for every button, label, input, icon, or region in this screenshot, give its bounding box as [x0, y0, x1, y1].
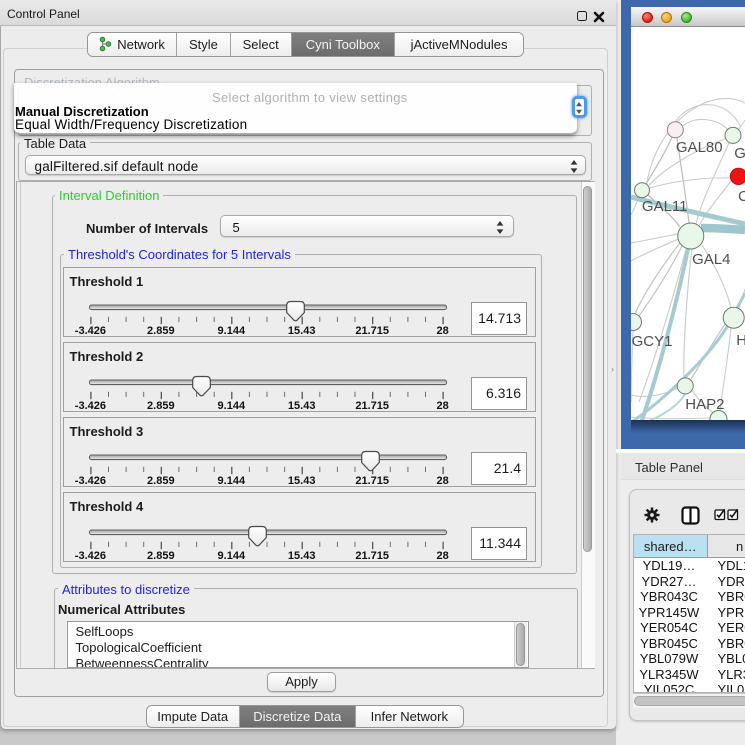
- svg-text:GAL4: GAL4: [692, 251, 730, 268]
- svg-text:HAP2: HAP2: [685, 396, 724, 413]
- svg-text:C: C: [738, 188, 745, 205]
- svg-text:GA: GA: [734, 145, 745, 162]
- svg-text:H: H: [736, 332, 745, 349]
- svg-text:GAL80: GAL80: [676, 139, 723, 156]
- svg-text:GAL11: GAL11: [642, 198, 688, 215]
- svg-text:GCY1: GCY1: [632, 333, 673, 350]
